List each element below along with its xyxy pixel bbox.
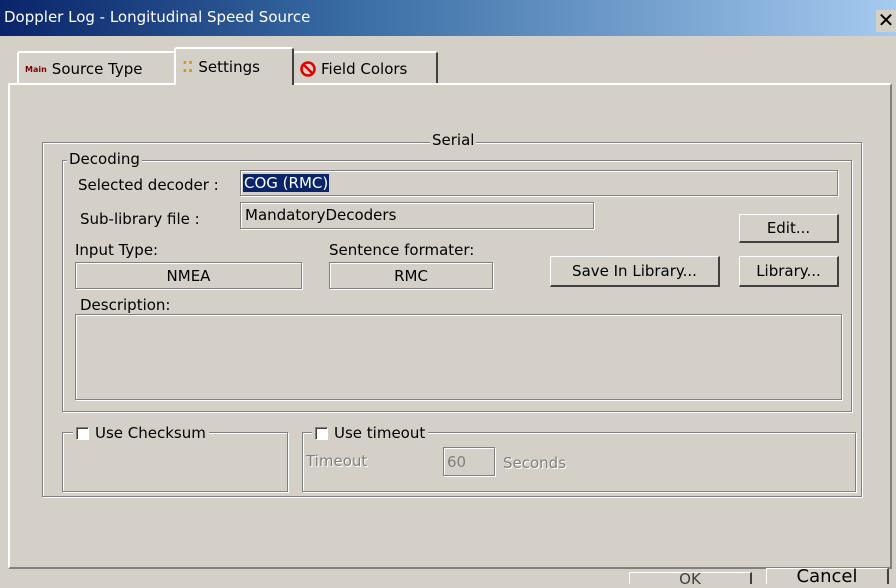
sentence-formatter-value: RMC (394, 267, 428, 285)
use-checksum-checkbox[interactable]: Use Checksum (73, 424, 209, 442)
ok-button[interactable]: OK (629, 570, 752, 588)
use-timeout-checkbox[interactable]: Use timeout (312, 424, 429, 442)
library-button[interactable]: Library... (739, 256, 839, 287)
tab-source-type[interactable]: Main Source Type (17, 51, 176, 85)
selected-decoder-value: COG (RMC) (243, 174, 330, 192)
input-type-value: NMEA (166, 267, 211, 285)
main-icon: Main (25, 64, 47, 74)
timeout-unit: Seconds (503, 454, 567, 472)
close-icon: ✕ (877, 8, 895, 32)
description-field[interactable] (75, 314, 842, 400)
tab-label: Settings (198, 58, 260, 76)
sublibrary-value: MandatoryDecoders (245, 206, 397, 224)
edit-button[interactable]: Edit... (739, 214, 839, 243)
sublibrary-field[interactable]: MandatoryDecoders (240, 202, 594, 229)
close-button[interactable]: ✕ (876, 10, 896, 32)
use-timeout-label: Use timeout (334, 424, 426, 442)
save-in-library-button[interactable]: Save In Library... (550, 256, 720, 287)
input-type-label: Input Type: (75, 241, 159, 259)
timeout-input[interactable]: 60 (443, 447, 495, 476)
use-checksum-label: Use Checksum (95, 424, 206, 442)
timeout-checkbox-box[interactable] (315, 426, 328, 440)
ok-label: OK (679, 569, 701, 588)
selected-decoder-field[interactable]: COG (RMC) (240, 170, 838, 196)
input-type-field: NMEA (75, 262, 302, 289)
tab-settings[interactable]: ⁚⁚ Settings (174, 47, 294, 85)
sublibrary-label: Sub-library file : (80, 210, 200, 228)
tab-label: Field Colors (321, 60, 408, 78)
title-bar: Doppler Log - Longitudinal Speed Source (0, 0, 896, 36)
prohibited-icon (300, 61, 316, 77)
tab-field-colors[interactable]: Field Colors (292, 51, 438, 85)
serial-label: Serial (430, 131, 477, 149)
sentence-formatter-label: Sentence formater: (329, 241, 475, 259)
cancel-button[interactable]: Cancel (766, 566, 889, 587)
decoding-label: Decoding (67, 150, 142, 168)
checksum-checkbox-box[interactable] (76, 426, 89, 440)
selected-decoder-label: Selected decoder : (78, 176, 219, 194)
tab-label: Source Type (51, 60, 143, 78)
timeout-value: 60 (447, 453, 467, 471)
window-title: Doppler Log - Longitudinal Speed Source (4, 8, 311, 26)
sentence-formatter-field: RMC (329, 262, 493, 289)
description-label: Description: (80, 296, 171, 314)
settings-icon: ⁚⁚ (182, 58, 194, 76)
timeout-label: Timeout (306, 452, 368, 470)
